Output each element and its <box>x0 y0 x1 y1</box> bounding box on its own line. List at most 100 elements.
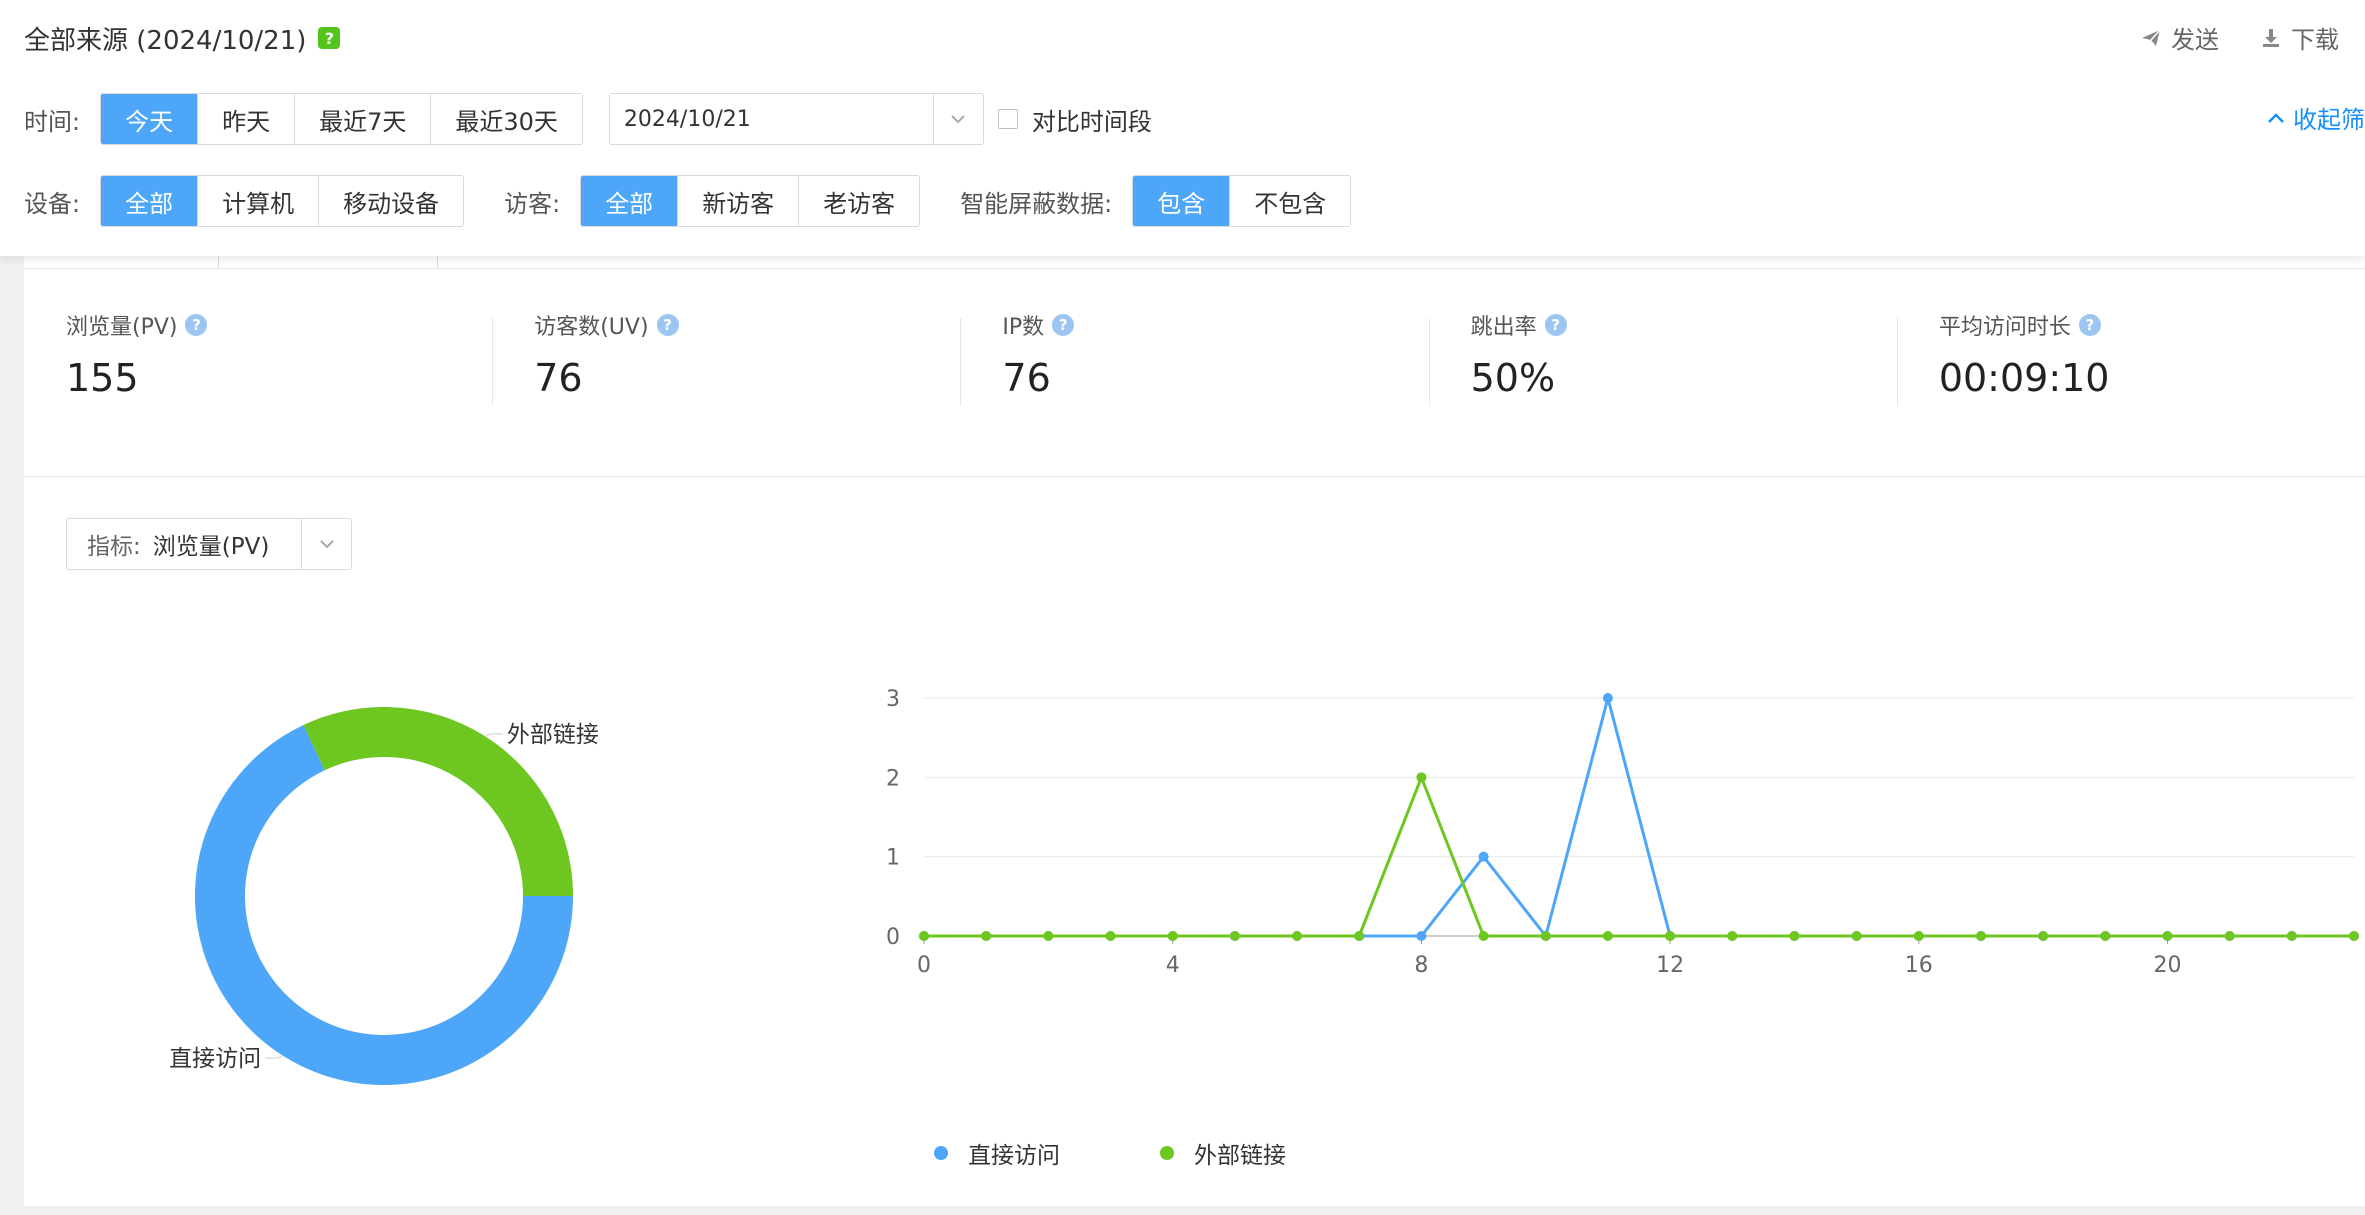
data-point-1-17[interactable] <box>1975 931 1986 941</box>
chevron-down-icon[interactable] <box>301 519 351 569</box>
data-point-0-11[interactable] <box>1602 693 1613 703</box>
data-point-1-8[interactable] <box>1416 772 1427 783</box>
collapse-label: 收起筛 <box>2293 106 2365 134</box>
metric-ip-value: 76 <box>1002 356 1051 400</box>
line-chart: 01230 4 8 12 16 20 <box>886 687 2359 978</box>
data-point-1-9[interactable] <box>1478 931 1489 941</box>
data-point-1-18[interactable] <box>2038 931 2049 941</box>
page-title: 全部来源 (2024/10/21) <box>24 25 307 56</box>
time-option-last7[interactable]: 最近7天 <box>294 94 431 144</box>
chart-legend: 直接访问 外部链接 <box>934 1136 1286 1170</box>
x-tick-label: 12 <box>1656 953 1684 978</box>
metric-bounce-header: 跳出率? <box>1471 306 1897 344</box>
data-point-1-11[interactable] <box>1602 931 1613 941</box>
block-label: 智能屏蔽数据: <box>960 189 1113 218</box>
report-content: 浏览量(PV)? 155 访客数(UV)? 76 IP数? 76 跳出率? 50… <box>24 256 2365 1215</box>
donut-chart: 直接访问 外部链接 <box>169 707 599 1085</box>
metric-uv-header: 访客数(UV)? <box>534 306 960 344</box>
data-point-0-9[interactable] <box>1478 851 1489 862</box>
data-point-1-3[interactable] <box>1105 931 1116 941</box>
data-point-1-23[interactable] <box>2349 931 2359 941</box>
time-range-group: 今天 昨天 最近7天 最近30天 <box>100 93 583 145</box>
help-icon[interactable]: ? <box>185 314 208 336</box>
indicator-select[interactable]: 指标: 浏览量(PV) <box>66 518 352 570</box>
data-point-1-19[interactable] <box>2100 931 2111 941</box>
date-picker[interactable]: 2024/10/21 <box>608 93 984 145</box>
data-point-1-1[interactable] <box>981 931 992 941</box>
device-option-all[interactable]: 全部 <box>101 176 198 226</box>
help-icon[interactable]: ? <box>1052 314 1075 336</box>
metric-pv-value: 155 <box>66 356 139 400</box>
title-row: 全部来源 (2024/10/21) ? <box>24 18 341 58</box>
legend-item-direct[interactable]: 直接访问 <box>934 1136 1060 1170</box>
donut-label-1: 外部链接 <box>507 722 599 748</box>
donut-leader-0 <box>265 1055 283 1059</box>
chevron-down-icon[interactable] <box>932 94 983 144</box>
metric-duration-name: 平均访问时长 <box>1938 315 2071 340</box>
y-tick-label: 1 <box>886 846 900 871</box>
compare-checkbox[interactable] <box>997 109 1018 129</box>
data-point-1-6[interactable] <box>1292 931 1303 941</box>
data-point-1-0[interactable] <box>919 931 929 941</box>
data-point-0-8[interactable] <box>1416 931 1427 941</box>
block-option-exclude[interactable]: 不包含 <box>1229 176 1351 226</box>
series-line-0 <box>924 692 2354 940</box>
send-icon <box>2142 28 2161 46</box>
visitor-option-returning[interactable]: 老访客 <box>798 176 920 226</box>
download-label: 下载 <box>2291 26 2339 54</box>
data-point-1-21[interactable] <box>2224 931 2235 941</box>
download-icon <box>2263 28 2279 47</box>
data-point-1-15[interactable] <box>1851 931 1862 941</box>
metric-bounce-value: 50% <box>1470 356 1556 400</box>
data-point-1-14[interactable] <box>1789 931 1800 941</box>
metric-pv-name: 浏览量(PV) <box>66 315 178 340</box>
device-option-mobile[interactable]: 移动设备 <box>318 176 464 226</box>
data-point-1-16[interactable] <box>1913 931 1924 941</box>
donut-slice-1[interactable] <box>303 707 573 897</box>
send-label: 发送 <box>2171 26 2219 54</box>
data-point-1-10[interactable] <box>1540 931 1551 941</box>
compare-toggle[interactable]: 对比时间段 <box>997 102 1152 137</box>
indicator-value: 浏览量(PV) <box>152 534 270 560</box>
visitor-option-all[interactable]: 全部 <box>581 176 678 226</box>
filter-panel: 全部来源 (2024/10/21) ? 发送 下载 时间: 今天 昨天 最近7天… <box>0 0 2365 256</box>
metric-uv-name: 访客数(UV) <box>534 315 649 340</box>
device-option-computer[interactable]: 计算机 <box>197 176 319 226</box>
chevron-up-icon <box>2268 112 2284 123</box>
bottom-strip <box>24 1206 2365 1215</box>
data-point-1-4[interactable] <box>1167 931 1178 941</box>
device-label: 设备: <box>24 189 81 218</box>
metric-ip-header: IP数? <box>1002 306 1428 344</box>
time-filter-row: 时间: 今天 昨天 最近7天 最近30天 2024/10/21 对比时间段 <box>24 93 1152 145</box>
data-point-1-12[interactable] <box>1665 931 1676 941</box>
help-icon[interactable]: ? <box>656 314 679 336</box>
help-icon[interactable]: ? <box>1544 314 1567 336</box>
data-point-1-13[interactable] <box>1727 931 1738 941</box>
data-point-1-2[interactable] <box>1043 931 1054 941</box>
visitor-option-new[interactable]: 新访客 <box>677 176 799 226</box>
help-icon[interactable]: ? <box>2078 314 2101 336</box>
download-button[interactable]: 下载 <box>2259 20 2339 55</box>
data-point-1-5[interactable] <box>1229 931 1240 941</box>
metric-duration-header: 平均访问时长? <box>1939 306 2365 344</box>
date-value: 2024/10/21 <box>623 106 751 132</box>
block-option-include[interactable]: 包含 <box>1133 176 1230 226</box>
time-option-last30[interactable]: 最近30天 <box>430 94 582 144</box>
metric-uv-value: 76 <box>534 356 583 400</box>
data-point-1-20[interactable] <box>2162 931 2173 941</box>
x-tick-label: 0 <box>917 953 931 978</box>
data-point-1-7[interactable] <box>1354 931 1365 941</box>
send-button[interactable]: 发送 <box>2139 20 2219 55</box>
data-point-1-22[interactable] <box>2286 931 2297 941</box>
time-option-yesterday[interactable]: 昨天 <box>197 94 295 144</box>
x-tick-label: 4 <box>1166 953 1180 978</box>
y-tick-label: 0 <box>886 925 900 950</box>
time-option-today[interactable]: 今天 <box>101 94 198 144</box>
legend-item-external[interactable]: 外部链接 <box>1160 1136 1286 1170</box>
metric-bounce: 跳出率? 50% <box>1428 306 1897 436</box>
device-filter-row: 设备: 全部 计算机 移动设备 访客: 全部 新访客 老访客 智能屏蔽数据: 包… <box>24 175 1352 227</box>
visitor-group: 全部 新访客 老访客 <box>580 175 921 227</box>
help-icon[interactable]: ? <box>318 27 341 49</box>
collapse-filters-link[interactable]: 收起筛 <box>2267 100 2365 135</box>
tab-divider <box>24 268 2365 269</box>
